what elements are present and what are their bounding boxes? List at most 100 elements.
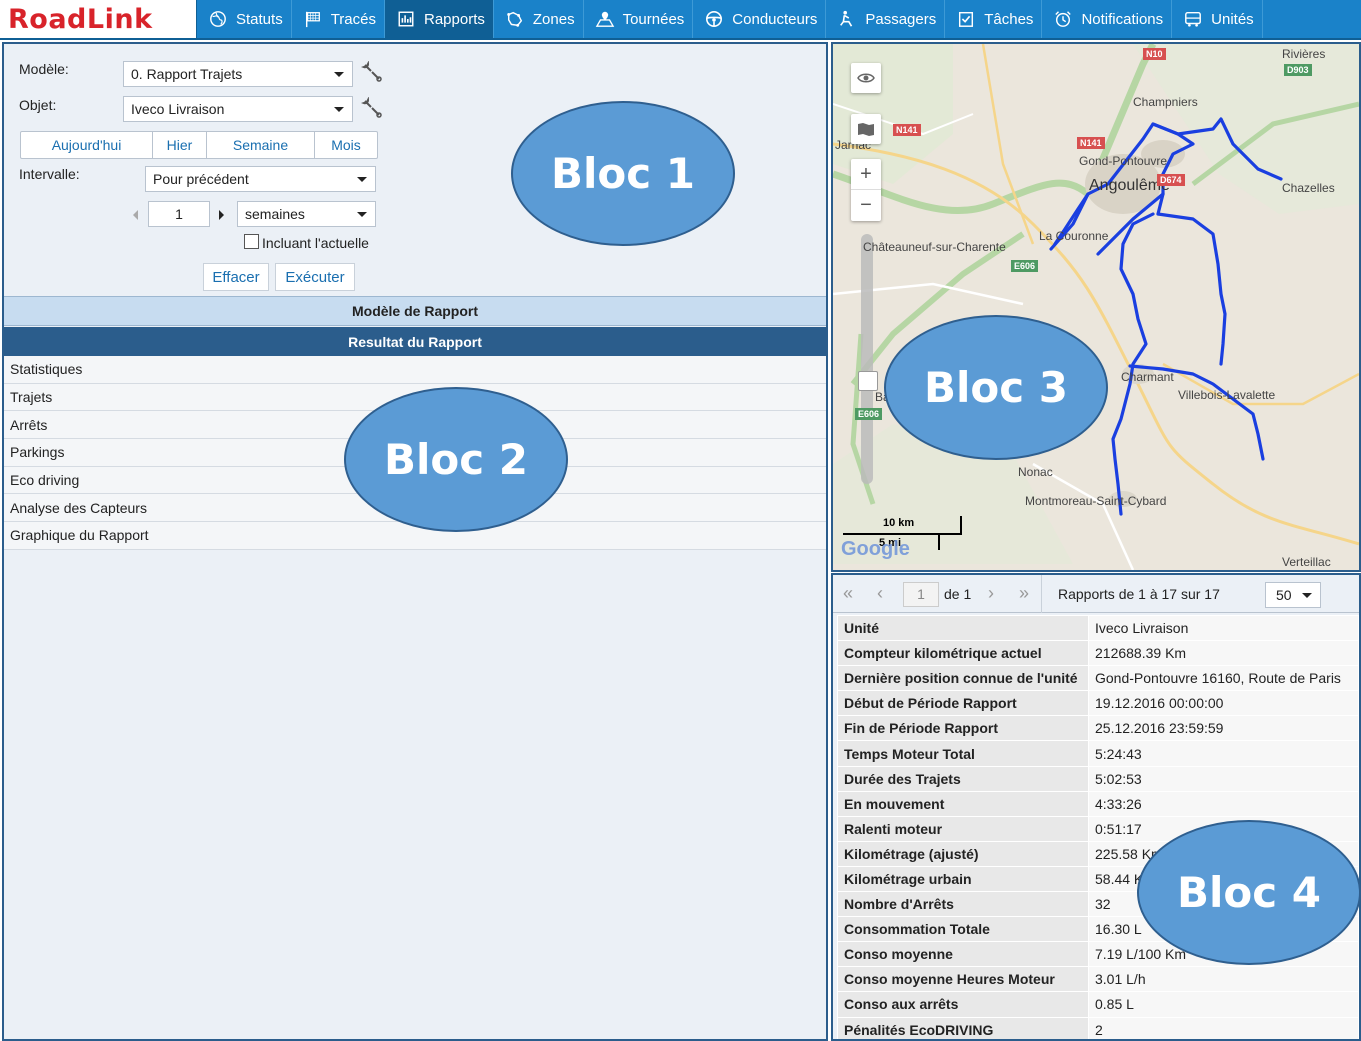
zone-icon	[504, 10, 526, 28]
stat-key: Kilométrage (ajusté)	[837, 840, 1089, 867]
interval-select[interactable]: Pour précédent	[145, 166, 376, 192]
report-model-bar[interactable]: Modèle de Rapport	[4, 296, 826, 326]
stat-value: 25.12.2016 23:59:59	[1088, 715, 1359, 742]
model-label: Modèle:	[19, 61, 69, 77]
report-icon	[395, 10, 417, 28]
first-page-icon[interactable]: «	[843, 583, 853, 604]
bus-icon	[1182, 10, 1204, 28]
map-panel[interactable]: Rivières Champniers Gond-Pontouvre Angou…	[831, 42, 1361, 572]
table-row: Début de Période Rapport 19.12.2016 00:00…	[837, 690, 1359, 717]
nav-conducteurs[interactable]: Conducteurs	[693, 0, 827, 38]
road-badge: N10	[1143, 48, 1166, 60]
increment-arrow-icon[interactable]	[219, 210, 224, 220]
map-label-champniers: Champniers	[1133, 95, 1198, 109]
stat-key: Compteur kilométrique actuel	[837, 640, 1089, 667]
map-canvas[interactable]	[833, 44, 1359, 570]
chevron-down-icon	[334, 107, 344, 112]
nav-taches[interactable]: Tâches	[945, 0, 1043, 38]
execute-button[interactable]: Exécuter	[275, 263, 355, 291]
period-today-button[interactable]: Aujourd'hui	[21, 132, 153, 158]
table-row: Unité Iveco Livraison	[837, 614, 1359, 642]
stat-value: 2	[1088, 1016, 1359, 1039]
eye-icon[interactable]	[851, 63, 881, 93]
table-row: Conso moyenne Heures Moteur 3.01 L/h	[837, 966, 1359, 993]
zoom-control: + −	[851, 159, 881, 221]
road-badge: N141	[893, 124, 921, 136]
bloc-4-callout: Bloc 4	[1137, 820, 1361, 965]
globe-icon	[207, 10, 229, 28]
nav-label: Tracés	[330, 10, 376, 28]
zoom-out-button[interactable]: −	[851, 190, 881, 220]
stat-key: Fin de Période Rapport	[837, 715, 1089, 742]
nav-traces[interactable]: Tracés	[292, 0, 385, 38]
steering-wheel-icon	[703, 10, 725, 28]
nav-passagers[interactable]: Passagers	[826, 0, 946, 38]
stat-value: 5:24:43	[1088, 740, 1359, 767]
bloc-1-callout: Bloc 1	[511, 101, 735, 246]
table-row: Durée des Trajets 5:02:53	[837, 765, 1359, 792]
page-size-value: 50	[1276, 587, 1292, 603]
interval-unit-value: semaines	[245, 206, 305, 222]
top-nav: RoadLink Statuts Tracés Rapports Zones T…	[0, 0, 1361, 40]
nav-unites[interactable]: Unités	[1172, 0, 1263, 38]
road-badge: E606	[855, 408, 883, 420]
stat-key: Début de Période Rapport	[837, 690, 1089, 717]
stat-value: 3.01 L/h	[1088, 966, 1359, 993]
alarm-clock-icon	[1052, 10, 1074, 28]
chevron-down-icon	[1302, 593, 1312, 598]
period-month-button[interactable]: Mois	[315, 132, 377, 158]
list-item-statistiques[interactable]: Statistiques	[4, 356, 826, 384]
object-select[interactable]: Iveco Livraison	[123, 96, 353, 122]
stat-key: Conso moyenne	[837, 941, 1089, 968]
nav-rapports[interactable]: Rapports	[385, 0, 494, 38]
nav-label: Zones	[532, 10, 575, 28]
table-row: En mouvement 4:33:26	[837, 790, 1359, 817]
page-of-label: de 1	[944, 586, 972, 602]
wrench-icon[interactable]	[361, 97, 383, 119]
stat-value: Iveco Livraison	[1088, 614, 1359, 642]
table-row: Fin de Période Rapport 25.12.2016 23:59:5…	[837, 715, 1359, 742]
bloc-3-callout: Bloc 3	[884, 315, 1108, 460]
nav-zones[interactable]: Zones	[494, 0, 584, 38]
chevron-down-icon	[334, 72, 344, 77]
stat-key: Conso moyenne Heures Moteur	[837, 966, 1089, 993]
nav-statuts[interactable]: Statuts	[197, 0, 292, 38]
nav-label: Tâches	[984, 10, 1034, 28]
stat-key: Temps Moteur Total	[837, 740, 1089, 767]
nav-tournees[interactable]: Tournées	[584, 0, 694, 38]
stat-value: 4:33:26	[1088, 790, 1359, 817]
model-select[interactable]: 0. Rapport Trajets	[123, 61, 353, 87]
zoom-slider-handle[interactable]	[858, 371, 878, 391]
interval-count-input[interactable]: 1	[148, 201, 210, 227]
passenger-icon	[836, 10, 858, 28]
report-result-bar[interactable]: Resultat du Rapport	[4, 327, 826, 357]
decrement-arrow-icon[interactable]	[133, 210, 138, 220]
zoom-in-button[interactable]: +	[851, 160, 881, 190]
page-input[interactable]: 1	[903, 582, 939, 607]
interval-select-value: Pour précédent	[153, 171, 249, 187]
last-page-icon[interactable]: »	[1019, 583, 1029, 604]
period-yesterday-button[interactable]: Hier	[153, 132, 207, 158]
map-label-chazelles: Chazelles	[1282, 181, 1335, 195]
nav-notifications[interactable]: Notifications	[1042, 0, 1173, 38]
prev-page-icon[interactable]: ‹	[877, 583, 883, 604]
nav-label: Conducteurs	[732, 10, 818, 28]
map-label-chateauneuf: Châteauneuf-sur-Charente	[863, 240, 1006, 254]
clear-button[interactable]: Effacer	[203, 263, 269, 291]
nav-label: Tournées	[622, 10, 685, 28]
include-current-checkbox[interactable]	[244, 234, 259, 249]
records-summary: Rapports de 1 à 17 sur 17	[1058, 586, 1220, 602]
map-label-montmoreau: Montmoreau-Saint-Cybard	[1025, 494, 1167, 508]
map-label-rivieres: Rivières	[1282, 47, 1326, 61]
table-row: Compteur kilométrique actuel 212688.39 Km	[837, 640, 1359, 667]
stat-key: Dernière position connue de l'unité	[837, 665, 1089, 692]
map-layers-icon[interactable]	[851, 114, 881, 144]
wrench-icon[interactable]	[361, 61, 383, 83]
roadlink-logo[interactable]: RoadLink	[0, 0, 197, 38]
page-size-select[interactable]: 50	[1265, 582, 1321, 608]
period-week-button[interactable]: Semaine	[207, 132, 315, 158]
bloc-2-callout: Bloc 2	[344, 387, 568, 532]
interval-unit-select[interactable]: semaines	[237, 201, 376, 227]
nav-label: Passagers	[865, 10, 937, 28]
next-page-icon[interactable]: ›	[988, 583, 994, 604]
